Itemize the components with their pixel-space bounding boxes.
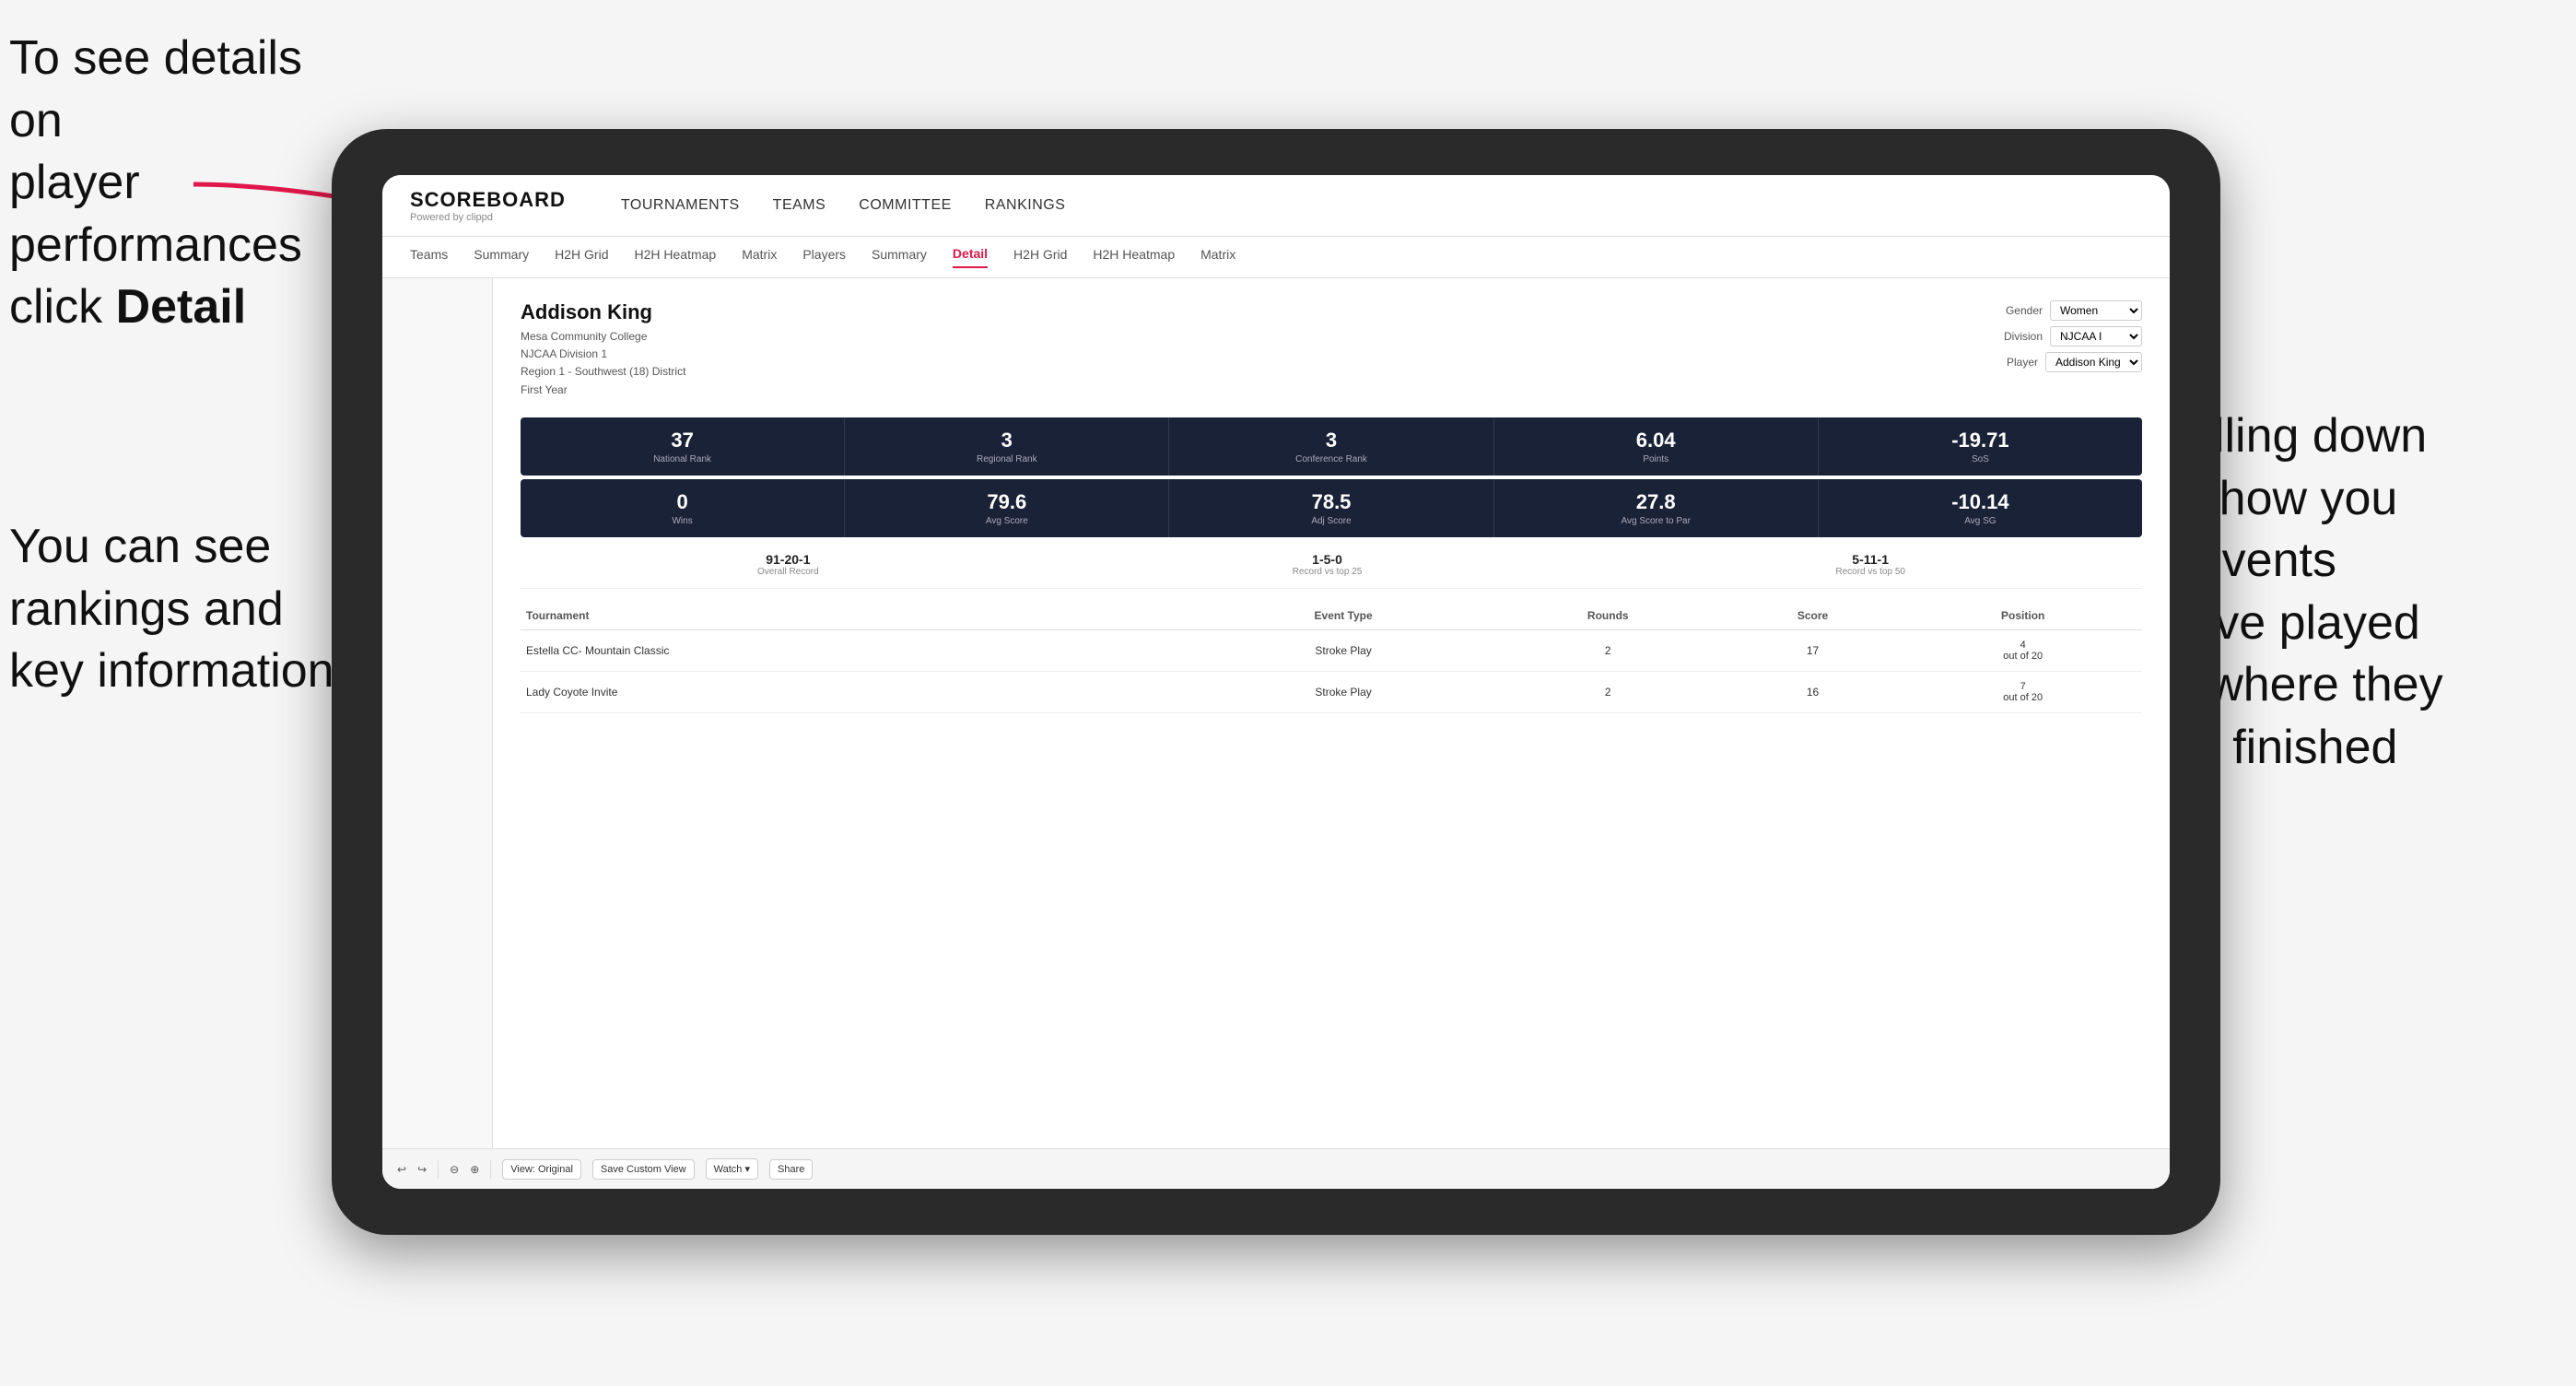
td-tournament-1: Estella CC- Mountain Classic: [521, 629, 1192, 671]
toolbar-sep-1: [438, 1160, 439, 1179]
tournament-table: Tournament Event Type Rounds Score Posit…: [521, 602, 2142, 713]
td-rounds-1: 2: [1494, 629, 1722, 671]
toolbar-icon-undo: ↩: [397, 1163, 406, 1176]
player-name: Addison King: [521, 300, 685, 324]
record-top25: 1-5-0 Record vs top 25: [1293, 552, 1363, 577]
th-rounds: Rounds: [1494, 602, 1722, 630]
stats-row-1: 37 National Rank 3 Regional Rank 3 Confe…: [521, 417, 2142, 476]
player-header: Addison King Mesa Community College NJCA…: [521, 300, 2142, 399]
player-division: NJCAA Division 1: [521, 346, 685, 363]
td-score-2: 16: [1722, 671, 1904, 712]
th-tournament: Tournament: [521, 602, 1192, 630]
nav-teams[interactable]: TEAMS: [773, 197, 826, 214]
annotation-bottomleft: You can see rankings and key information: [9, 516, 359, 703]
tab-h2h-grid2[interactable]: H2H Grid: [1013, 247, 1067, 267]
filter-division-label: Division: [2004, 330, 2043, 343]
filter-player-row: Player Addison King: [2007, 352, 2142, 372]
filter-gender-row: Gender Women: [2006, 300, 2142, 321]
tablet-screen: SCOREBOARD Powered by clippd TOURNAMENTS…: [382, 175, 2170, 1189]
td-position-1: 4 out of 20: [1903, 629, 2142, 671]
toolbar-icon-zoom-in: ⊕: [470, 1163, 479, 1176]
logo-area: SCOREBOARD Powered by clippd: [410, 188, 566, 223]
nav-rankings[interactable]: RANKINGS: [985, 197, 1066, 214]
td-rounds-2: 2: [1494, 671, 1722, 712]
tab-matrix[interactable]: Matrix: [742, 247, 777, 267]
filter-gender-label: Gender: [2006, 304, 2043, 317]
records-row: 91-20-1 Overall Record 1-5-0 Record vs t…: [521, 541, 2142, 589]
stat-sos: -19.71 SoS: [1819, 417, 2142, 476]
detail-panel: Addison King Mesa Community College NJCA…: [493, 278, 2170, 1189]
tab-detail[interactable]: Detail: [953, 246, 988, 268]
stat-avg-score-par: 27.8 Avg Score to Par: [1494, 479, 1819, 537]
player-info: Addison King Mesa Community College NJCA…: [521, 300, 685, 399]
th-score: Score: [1722, 602, 1904, 630]
filter-division-row: Division NJCAA I: [2004, 326, 2142, 346]
td-position-2: 7 out of 20: [1903, 671, 2142, 712]
tab-h2h-grid[interactable]: H2H Grid: [555, 247, 608, 267]
filter-gender-select[interactable]: Women: [2050, 300, 2142, 321]
bottom-toolbar: ↩ ↪ ⊖ ⊕ View: Original Save Custom View …: [382, 1148, 2170, 1189]
filter-player-label: Player: [2007, 356, 2038, 369]
player-school: Mesa Community College: [521, 328, 685, 346]
table-row: Lady Coyote Invite Stroke Play 2 16 7 ou…: [521, 671, 2142, 712]
tab-h2h-heatmap[interactable]: H2H Heatmap: [635, 247, 717, 267]
td-event-type-2: Stroke Play: [1192, 671, 1493, 712]
tab-matrix2[interactable]: Matrix: [1200, 247, 1235, 267]
td-tournament-2: Lady Coyote Invite: [521, 671, 1192, 712]
filter-player-select[interactable]: Addison King: [2045, 352, 2142, 372]
td-score-1: 17: [1722, 629, 1904, 671]
th-event-type: Event Type: [1192, 602, 1493, 630]
stat-national-rank: 37 National Rank: [521, 417, 845, 476]
record-top50: 5-11-1 Record vs top 50: [1835, 552, 1905, 577]
stat-regional-rank: 3 Regional Rank: [845, 417, 1169, 476]
tab-teams[interactable]: Teams: [410, 247, 448, 267]
record-overall: 91-20-1 Overall Record: [757, 552, 819, 577]
stat-points: 6.04 Points: [1494, 417, 1819, 476]
player-year: First Year: [521, 382, 685, 399]
stat-avg-score: 79.6 Avg Score: [845, 479, 1169, 537]
nav-links: TOURNAMENTS TEAMS COMMITTEE RANKINGS: [621, 197, 1065, 214]
toolbar-icon-redo: ↪: [417, 1163, 427, 1176]
tab-h2h-heatmap2[interactable]: H2H Heatmap: [1093, 247, 1175, 267]
toolbar-icon-zoom-out: ⊖: [450, 1163, 459, 1176]
table-row: Estella CC- Mountain Classic Stroke Play…: [521, 629, 2142, 671]
tablet-frame: SCOREBOARD Powered by clippd TOURNAMENTS…: [332, 129, 2220, 1235]
main-content: Addison King Mesa Community College NJCA…: [382, 278, 2170, 1189]
th-position: Position: [1903, 602, 2142, 630]
stat-avg-sg: -10.14 Avg SG: [1819, 479, 2142, 537]
top-nav: SCOREBOARD Powered by clippd TOURNAMENTS…: [382, 175, 2170, 237]
tab-players[interactable]: Players: [802, 247, 846, 267]
tab-summary2[interactable]: Summary: [872, 247, 927, 267]
stats-row-2: 0 Wins 79.6 Avg Score 78.5 Adj Score 27.…: [521, 479, 2142, 537]
filter-division-select[interactable]: NJCAA I: [2050, 326, 2142, 346]
tab-summary[interactable]: Summary: [474, 247, 529, 267]
left-sidebar: [382, 278, 493, 1189]
toolbar-watch[interactable]: Watch ▾: [706, 1158, 758, 1180]
nav-committee[interactable]: COMMITTEE: [859, 197, 952, 214]
stat-adj-score: 78.5 Adj Score: [1169, 479, 1493, 537]
logo-sub: Powered by clippd: [410, 212, 566, 223]
toolbar-sep-2: [490, 1160, 491, 1179]
toolbar-view-original[interactable]: View: Original: [502, 1159, 581, 1180]
toolbar-share[interactable]: Share: [769, 1159, 813, 1180]
player-region: Region 1 - Southwest (18) District: [521, 363, 685, 381]
stat-wins: 0 Wins: [521, 479, 845, 537]
sub-nav: Teams Summary H2H Grid H2H Heatmap Matri…: [382, 237, 2170, 278]
logo-text: SCOREBOARD: [410, 188, 566, 212]
player-filters: Gender Women Division NJCAA I: [2004, 300, 2142, 372]
stat-conference-rank: 3 Conference Rank: [1169, 417, 1493, 476]
td-event-type-1: Stroke Play: [1192, 629, 1493, 671]
nav-tournaments[interactable]: TOURNAMENTS: [621, 197, 740, 214]
toolbar-save-custom[interactable]: Save Custom View: [592, 1159, 695, 1180]
